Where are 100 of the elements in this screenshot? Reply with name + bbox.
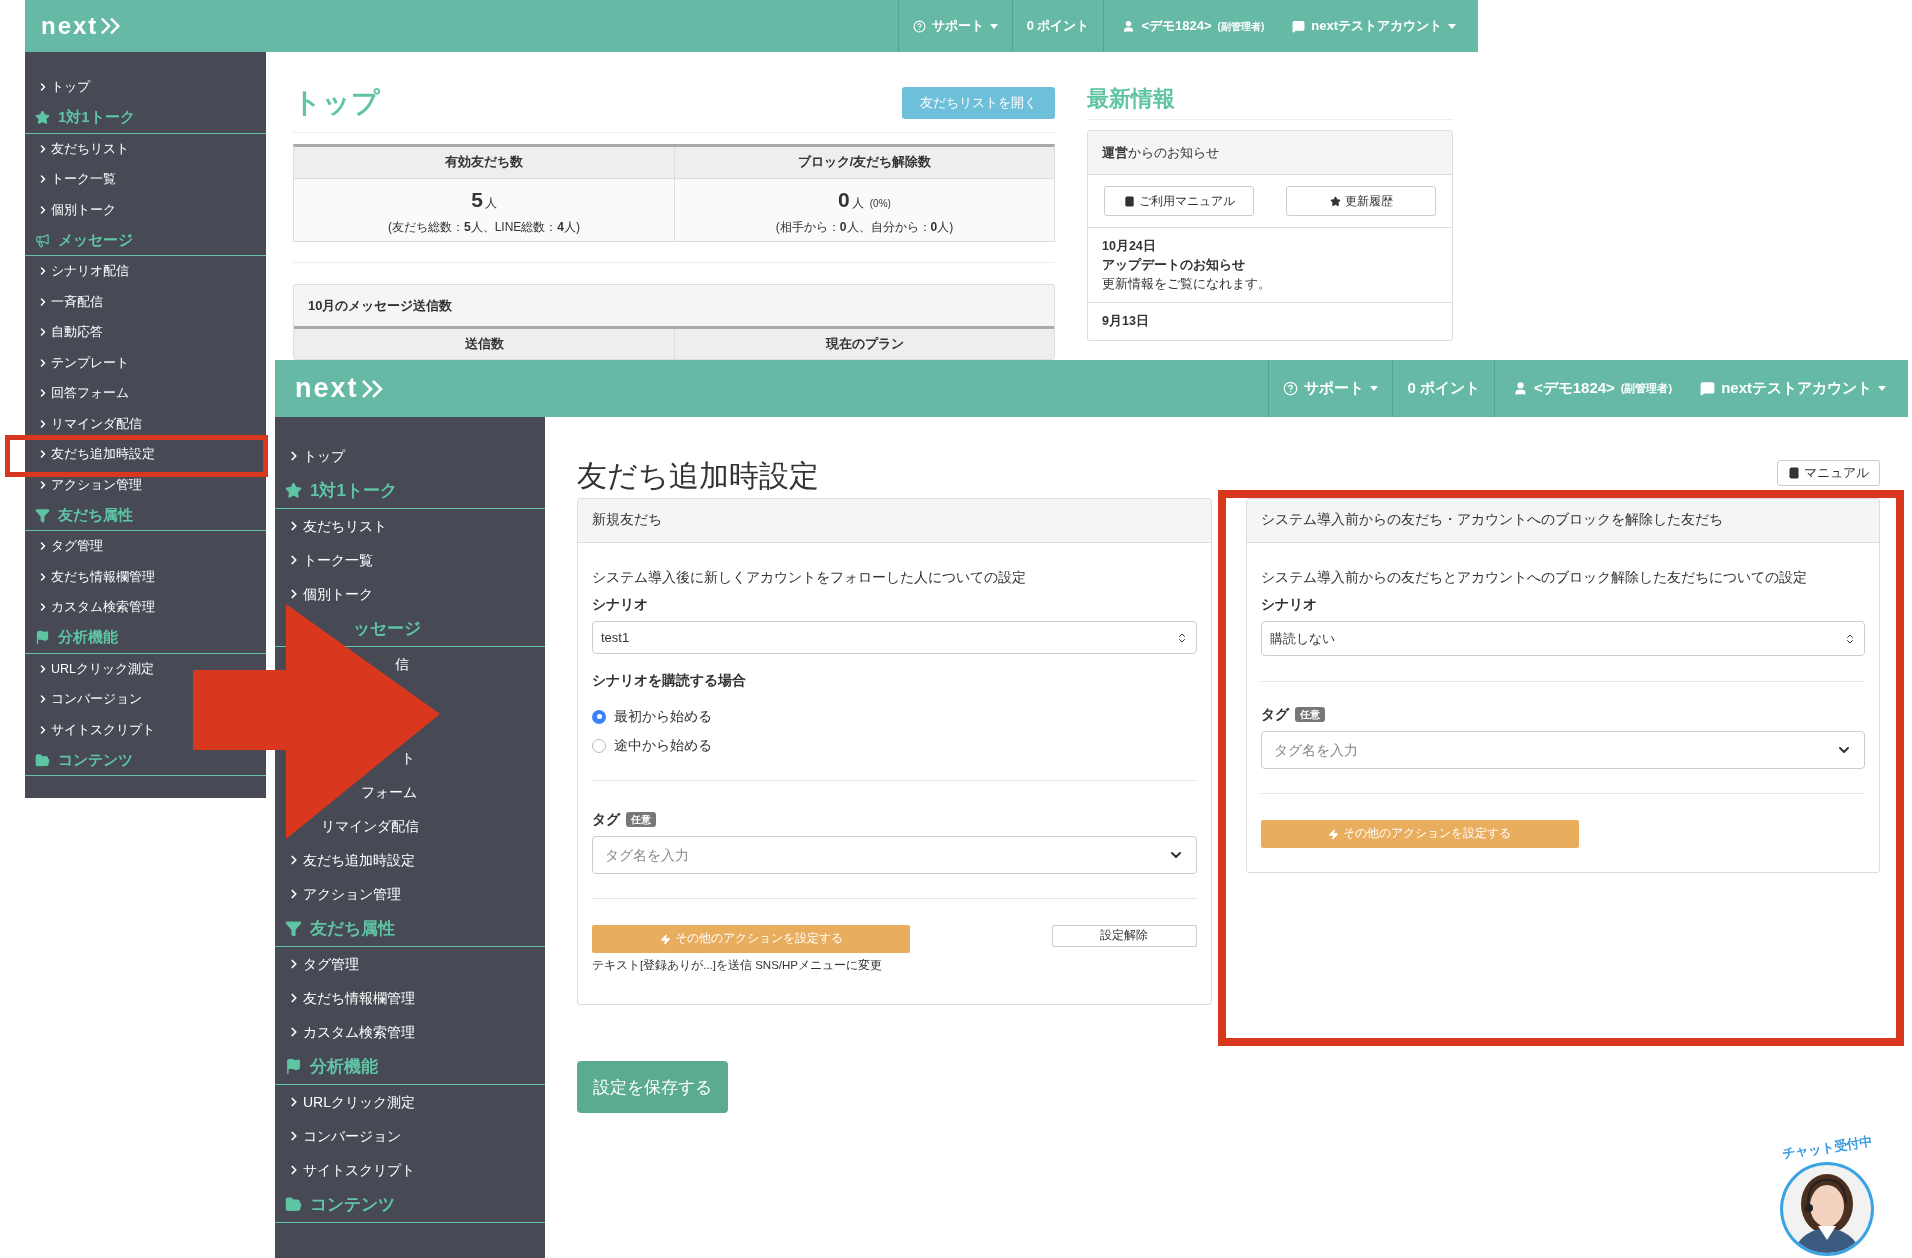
tag-input[interactable]: タグ名を入力 bbox=[592, 836, 1197, 874]
field-label: タグ bbox=[592, 810, 620, 829]
column-header: 現在のプラン bbox=[674, 329, 1054, 359]
book-icon bbox=[1123, 195, 1135, 207]
sidebar-item[interactable]: 回答フォーム bbox=[37, 384, 129, 403]
radio-button[interactable] bbox=[592, 709, 606, 724]
section-title: 友だち属性 bbox=[310, 917, 395, 940]
stat-percent: (0%) bbox=[869, 197, 891, 212]
sidebar-item[interactable]: トーク一覧 bbox=[287, 551, 373, 569]
role-label: (副管理者) bbox=[1620, 381, 1673, 397]
section-title: 1対1トーク bbox=[58, 107, 135, 128]
scenario-select[interactable]: 購読しない bbox=[1260, 621, 1865, 656]
panel-heading: 新規友だち bbox=[578, 499, 1211, 543]
action-summary: テキスト[登録ありが...]を送信 SNS/HPメニューに変更 bbox=[592, 958, 883, 973]
radio-option[interactable]: 最初から始める bbox=[592, 706, 1197, 727]
sidebar-item[interactable]: 友だち情報欄管理 bbox=[287, 989, 415, 1007]
sidebar-item[interactable]: 友だち情報欄管理 bbox=[37, 567, 155, 586]
sidebar-item[interactable]: リマインダ配信 bbox=[37, 414, 142, 433]
flag-icon bbox=[35, 630, 50, 645]
news-date: 9月13日 bbox=[1102, 313, 1150, 331]
sidebar-item[interactable]: サイトスクリプト bbox=[287, 1161, 415, 1179]
user-icon bbox=[1122, 19, 1136, 33]
section-title: 1対1トーク bbox=[310, 479, 397, 502]
sidebar-item[interactable]: 信 bbox=[395, 655, 409, 673]
news-button[interactable]: ご利用マニュアル bbox=[1104, 186, 1254, 216]
news-body: 更新情報をご覧になれます。 bbox=[1102, 275, 1272, 293]
radio-option[interactable]: 途中から始める bbox=[592, 735, 1197, 756]
clear-button[interactable]: 設定解除 bbox=[1051, 925, 1197, 947]
caret-icon bbox=[989, 23, 998, 29]
sidebar-item[interactable]: 自動応答 bbox=[37, 323, 103, 342]
star-icon bbox=[35, 110, 50, 125]
tag-input[interactable]: タグ名を入力 bbox=[1260, 731, 1865, 769]
book-icon bbox=[1788, 467, 1800, 479]
sidebar-item[interactable]: カスタム検索管理 bbox=[287, 1023, 415, 1041]
scenario-select[interactable]: test1 bbox=[592, 621, 1197, 654]
sidebar-item[interactable]: コンバージョン bbox=[37, 690, 142, 709]
chat-status-label: チャット受付中 bbox=[1780, 1132, 1874, 1164]
field-label: シナリオを購読する場合 bbox=[592, 671, 747, 690]
sidebar-item[interactable]: タグ管理 bbox=[287, 955, 359, 973]
sidebar-item[interactable]: サイトスクリプト bbox=[37, 720, 155, 739]
news-title: 最新情報 bbox=[1087, 82, 1453, 120]
sidebar-item[interactable]: シナリオ配信 bbox=[37, 262, 129, 281]
caret-icon bbox=[1878, 386, 1886, 391]
sidebar-item[interactable]: フォーム bbox=[361, 783, 417, 801]
news-date: 10月24日 bbox=[1102, 238, 1157, 255]
user-icon bbox=[1512, 381, 1528, 396]
megaphone-icon bbox=[35, 232, 50, 248]
sidebar-item[interactable]: トーク一覧 bbox=[37, 170, 116, 189]
star-icon bbox=[1329, 195, 1341, 207]
field-label: タグ bbox=[1260, 705, 1289, 724]
sidebar-item[interactable]: カスタム検索管理 bbox=[37, 598, 155, 617]
flag-icon bbox=[285, 1058, 302, 1075]
sidebar-item[interactable]: リマインダ配信 bbox=[321, 817, 419, 835]
sidebar-item[interactable]: トップ bbox=[287, 447, 345, 465]
sidebar-item[interactable]: 友だち追加時設定 bbox=[287, 851, 415, 869]
help-icon bbox=[912, 19, 926, 33]
optional-badge: 任意 bbox=[626, 812, 656, 827]
column-header: 有効友だち数 bbox=[294, 147, 674, 179]
sidebar-item[interactable]: アクション管理 bbox=[287, 885, 401, 903]
panel-description: システム導入前からの友だちとアカウントへのブロック解除した友だちについての設定 bbox=[1260, 568, 1808, 587]
sidebar-item[interactable]: コンバージョン bbox=[287, 1127, 401, 1145]
stat-detail: (友だち総数：5人、LINE総数：4人) bbox=[387, 218, 581, 236]
double-chevron-icon bbox=[360, 377, 385, 400]
sidebar-item[interactable]: トップ bbox=[37, 78, 90, 97]
caret-icon bbox=[1448, 23, 1456, 29]
sidebar-item[interactable]: 友だちリスト bbox=[287, 517, 387, 535]
caret-icon bbox=[1370, 386, 1379, 391]
panel-heading: システム導入前からの友だち・アカウントへのブロックを解除した友だち bbox=[1246, 499, 1879, 543]
folder-icon bbox=[35, 752, 50, 768]
stat-number: 0 bbox=[838, 187, 850, 214]
chat-icon bbox=[1292, 19, 1306, 33]
sidebar-item[interactable]: 友だちリスト bbox=[37, 139, 129, 158]
sidebar-item[interactable]: タグ管理 bbox=[37, 537, 103, 556]
sidebar-item[interactable]: ト bbox=[401, 749, 415, 767]
panel-title: 運営からのお知らせ bbox=[1088, 131, 1452, 175]
sidebar-item[interactable]: 個別トーク bbox=[37, 200, 116, 219]
section-title: 分析機能 bbox=[58, 627, 118, 648]
sidebar-item[interactable]: 一斉配信 bbox=[37, 292, 103, 311]
radio-button[interactable] bbox=[592, 738, 606, 753]
field-label: シナリオ bbox=[1260, 595, 1318, 614]
sidebar-item[interactable]: 個別トーク bbox=[287, 585, 373, 603]
news-button[interactable]: 更新履歴 bbox=[1286, 186, 1436, 216]
sidebar-item[interactable]: 友だち追加時設定 bbox=[37, 445, 155, 464]
funnel-icon bbox=[285, 920, 302, 937]
section-title: コンテンツ bbox=[58, 749, 133, 770]
column-header: 送信数 bbox=[463, 335, 505, 353]
stat-unit: 人 bbox=[851, 195, 864, 213]
help-icon bbox=[1283, 381, 1299, 396]
page-title: 友だち追加時設定 bbox=[577, 458, 819, 494]
updown-icon bbox=[1844, 632, 1856, 645]
sidebar-item[interactable]: アクション管理 bbox=[37, 475, 142, 494]
manual-button[interactable]: マニュアル bbox=[1777, 460, 1880, 486]
star-icon bbox=[285, 482, 302, 499]
sidebar-item[interactable]: URLクリック測定 bbox=[37, 659, 154, 678]
logo-text: next bbox=[295, 372, 359, 406]
logo-text: next bbox=[41, 11, 99, 41]
sidebar-item[interactable]: URLクリック測定 bbox=[287, 1093, 415, 1111]
sidebar-item[interactable]: テンプレート bbox=[37, 353, 129, 372]
folder-icon bbox=[285, 1196, 302, 1213]
section-title: 友だち属性 bbox=[58, 504, 133, 525]
